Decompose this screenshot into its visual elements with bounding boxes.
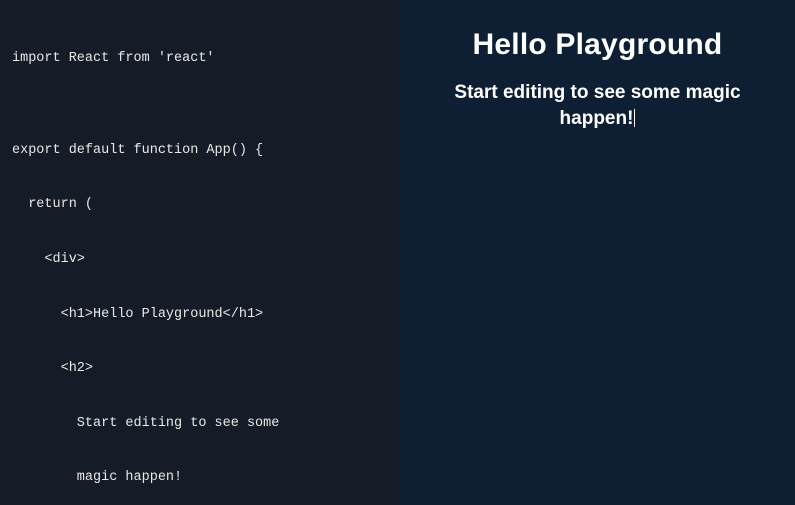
code-line[interactable]: Start editing to see some bbox=[12, 415, 388, 433]
resize-handle-icon[interactable] bbox=[386, 491, 398, 503]
code-line[interactable]: return ( bbox=[12, 196, 388, 214]
text-cursor-icon bbox=[634, 109, 635, 127]
preview-heading: Hello Playground bbox=[420, 28, 775, 62]
code-line[interactable]: <h1>Hello Playground</h1> bbox=[12, 306, 388, 324]
code-editor-pane[interactable]: import React from 'react' export default… bbox=[0, 0, 400, 505]
code-line[interactable]: export default function App() { bbox=[12, 142, 388, 160]
preview-pane: Hello Playground Start editing to see so… bbox=[400, 0, 795, 505]
code-line[interactable]: magic happen! bbox=[12, 469, 388, 487]
preview-subheading: Start editing to see some magic happen! bbox=[420, 80, 775, 131]
code-line[interactable]: <h2> bbox=[12, 360, 388, 378]
preview-subheading-text: Start editing to see some magic happen! bbox=[454, 82, 740, 129]
code-line[interactable]: import React from 'react' bbox=[12, 50, 388, 68]
code-line[interactable]: <div> bbox=[12, 251, 388, 269]
